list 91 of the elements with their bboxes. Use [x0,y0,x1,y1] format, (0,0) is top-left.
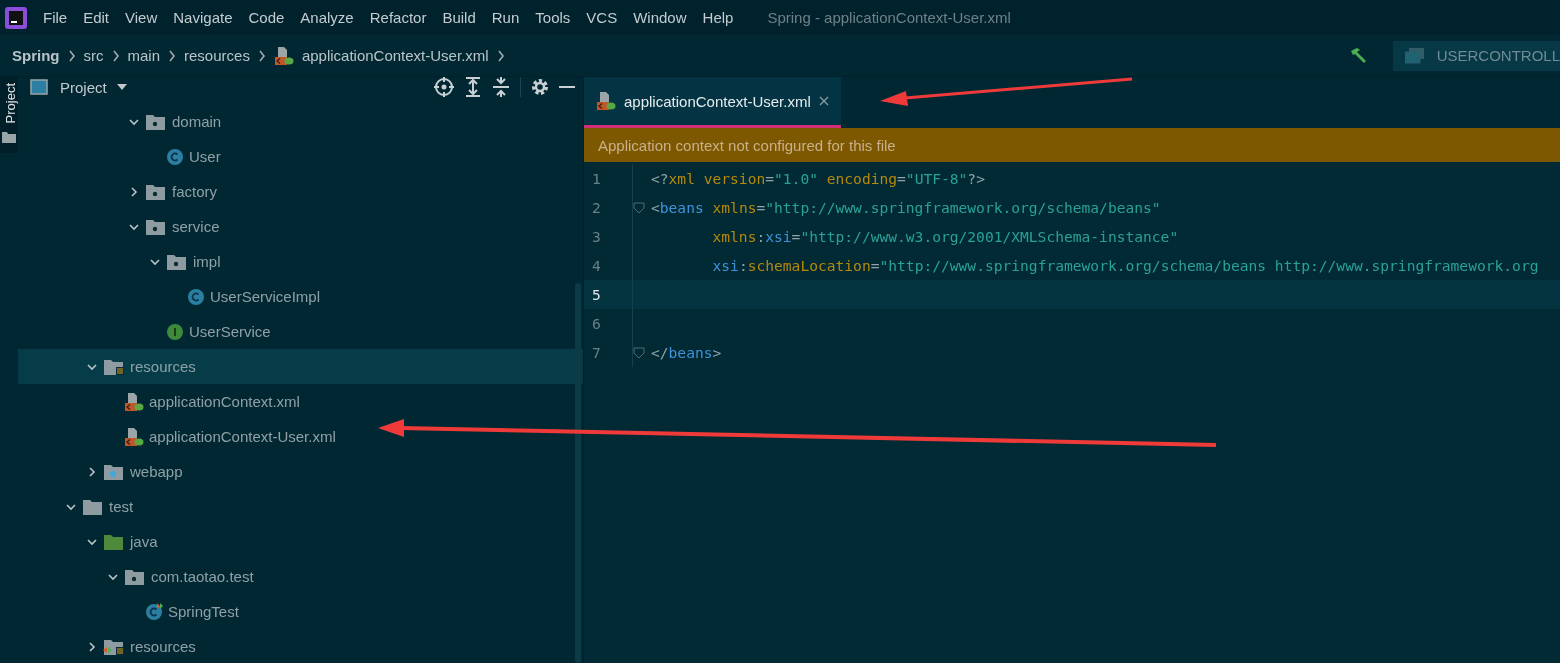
web-folder-icon [103,462,125,481]
tree-item[interactable]: resources [18,629,583,663]
chevron-right-icon [168,49,176,62]
chevron-right-icon [496,49,505,62]
line-number: 3 [591,228,602,245]
test-folder-icon [103,532,125,551]
crosshair-icon[interactable] [434,77,454,97]
menu-item[interactable]: File [35,9,76,26]
menu-item[interactable]: Window [625,9,695,26]
breadcrumb-item[interactable]: src [83,47,104,64]
window-icon [30,79,48,95]
breadcrumb-item[interactable]: applicationContext-User.xml [301,47,489,64]
menu-item[interactable]: Navigate [165,9,241,26]
tree-item[interactable]: UserService [18,314,583,349]
line-number: 6 [591,315,602,332]
chevron-right-icon[interactable] [86,465,98,478]
expand-all-icon[interactable] [464,77,482,97]
code-line: xmlns:xsi="http://www.w3.org/2001/XMLSchema-instance" [711,228,1179,245]
menu-item[interactable]: Run [483,9,528,26]
line-number: 2 [591,199,602,216]
tree-item[interactable]: java [18,524,583,559]
code-line: </beans> [651,344,722,361]
window-title: Spring - applicationContext-User.xml [767,9,1011,26]
menu-item[interactable]: Refactor [361,9,435,26]
menu-item[interactable]: Edit [75,9,118,26]
breadcrumb-item[interactable]: Spring [12,47,60,64]
line-number: 7 [591,344,602,361]
collapse-all-icon[interactable] [492,77,510,97]
line-number: 4 [591,257,602,274]
menu-item[interactable]: Tools [527,9,579,26]
close-icon[interactable] [818,96,829,106]
package-icon [145,217,167,236]
code-line: xsi:schemaLocation="http://www.springframework.org/schema/beans http://www.springframework.org [711,257,1539,274]
tree-item[interactable]: service [18,209,583,244]
fold-icon[interactable] [633,201,645,214]
folder-icon [2,131,16,144]
folder-icon [82,497,104,516]
tree-item[interactable]: User [18,139,583,174]
chevron-right-icon[interactable] [86,640,98,653]
resources-folder-icon [103,637,125,656]
menu-item[interactable]: VCS [578,9,626,26]
warning-banner: Application context not configured for this file [584,128,1560,162]
interface-icon [166,322,184,341]
line-number: 1 [591,170,602,187]
tree-item[interactable]: test [18,489,583,524]
chevron-right-icon [257,49,266,62]
tree-item[interactable]: applicationContext-User.xml [18,419,583,454]
chevron-right-icon [111,49,120,62]
class-icon [166,147,184,166]
menu-item[interactable]: Analyze [292,9,362,26]
code-line: <beans xmlns="http://www.springframework.org/schema/beans" [651,199,1161,216]
resources-folder-icon [103,357,125,376]
panel-title[interactable]: Project [60,78,107,96]
breadcrumb-item[interactable]: main [127,47,160,64]
line-number: 5 [591,286,602,303]
tree-item[interactable]: resources [18,349,583,384]
package-icon [166,252,188,271]
run-configuration-button[interactable]: USERCONTROLL [1392,40,1560,71]
chevron-right-icon [67,49,76,62]
tree-item[interactable]: factory [18,174,583,209]
spring-xml-icon [273,45,294,66]
spring-xml-icon [124,426,144,447]
tree-item[interactable]: SpringTest [18,594,583,629]
spring-xml-icon [124,391,144,412]
package-icon [145,182,167,201]
tree-item[interactable]: impl [18,244,583,279]
tree-item[interactable]: domain [18,104,583,139]
scrollbar[interactable] [575,283,581,663]
tree-item[interactable]: com.taotao.test [18,559,583,594]
chevron-right-icon[interactable] [128,185,140,198]
caret-icon[interactable] [116,83,127,91]
menu-item[interactable]: Code [240,9,293,26]
class-icon [187,287,205,306]
app-logo-icon[interactable] [5,6,27,29]
tree-item[interactable]: applicationContext.xml [18,384,583,419]
menu-item[interactable]: View [117,9,166,26]
spring-xml-icon [596,91,616,111]
settings-icon[interactable] [531,78,549,96]
package-icon [145,112,167,131]
package-icon [124,567,146,586]
fold-icon[interactable] [633,346,645,359]
tree-item[interactable]: webapp [18,454,583,489]
menu-item[interactable]: Help [694,9,742,26]
minimize-icon[interactable] [559,85,575,89]
code-line: <?xml version="1.0" encoding="UTF-8"?> [651,170,985,187]
window-icon [1404,47,1425,64]
breadcrumb-item[interactable]: resources [184,47,250,64]
menu-item[interactable]: Build [434,9,484,26]
tree-item[interactable]: UserServiceImpl [18,279,583,314]
test-class-icon [145,602,163,621]
editor-tab[interactable]: applicationContext-User.xml [584,77,841,128]
